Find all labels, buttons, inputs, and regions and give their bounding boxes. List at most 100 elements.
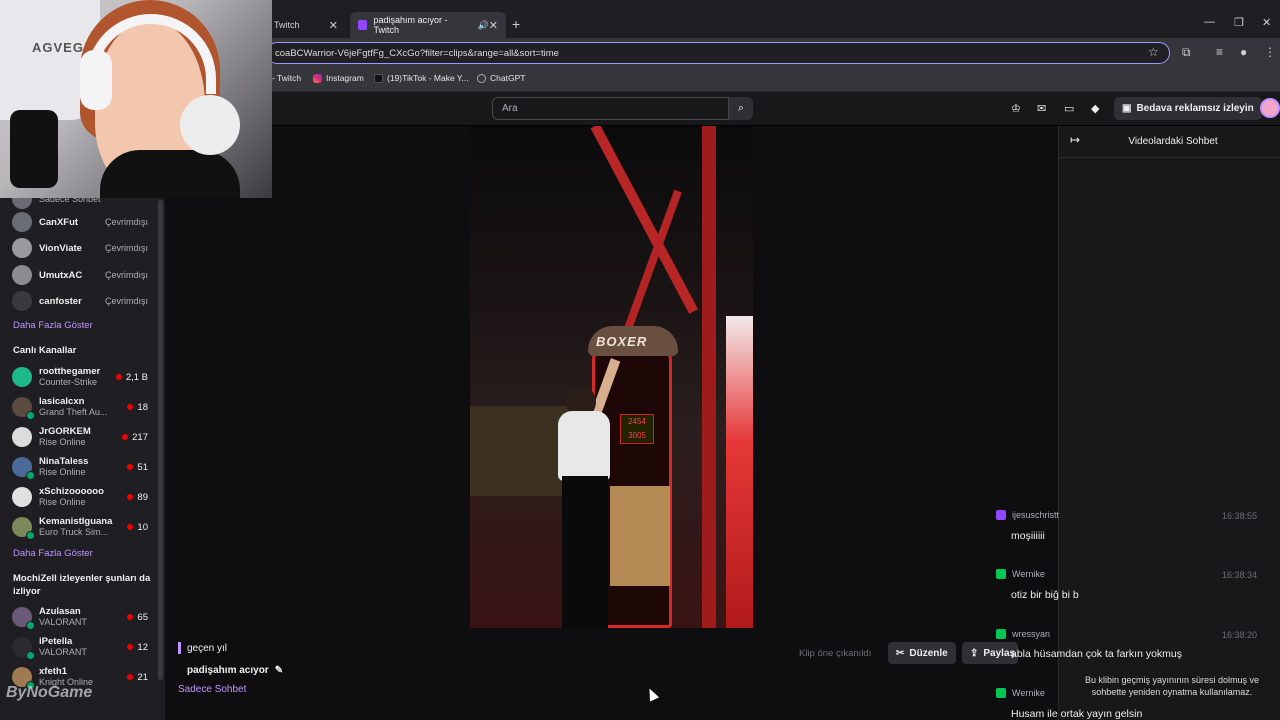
clip-video[interactable]: 2454 3005 BOXER (470, 126, 753, 628)
close-tab-icon[interactable]: ✕ (329, 19, 338, 32)
twitch-badge-icon (996, 510, 1006, 520)
avatar (12, 367, 32, 387)
feature-clip-button[interactable]: Klip öne çıkanıldı (792, 642, 878, 664)
clip-title: padişahım acıyor ✎ (187, 665, 283, 676)
inbox-icon[interactable]: ✉ (1037, 102, 1046, 115)
sidebar-item-offline[interactable]: CanXFut Çevrimdışı (12, 209, 152, 235)
sidebar-item-name: NinaTaless (39, 456, 89, 467)
bookmark-twitch[interactable]: - Twitch (272, 73, 301, 83)
sidebar-item-name: iPetella (39, 636, 73, 647)
sidebar-scrollbar[interactable] (158, 200, 163, 680)
sidebar-item-game: Counter-Strike (39, 377, 98, 387)
tab-label: Twitch (274, 20, 300, 30)
tiktok-icon (374, 73, 383, 83)
sidebar-item-offline[interactable]: canfoster Çevrimdışı (12, 288, 152, 314)
minimize-icon[interactable]: — (1204, 16, 1215, 28)
webcam-detail (80, 50, 112, 110)
offline-status: Çevrimdışı (104, 296, 148, 306)
close-window-icon[interactable]: ✕ (1262, 16, 1271, 29)
video-frame-detail (702, 126, 716, 628)
chat-message: Husam ile ortak yayın gelsin (1011, 708, 1143, 720)
restore-icon[interactable]: ❐ (1234, 16, 1244, 29)
sidebar-item-name: canfoster (39, 295, 82, 307)
live-channels-heading: Canlı Kanallar (13, 345, 77, 356)
avatar (12, 517, 35, 540)
bookmark-label: (19)TikTok - Make Y... (387, 73, 469, 83)
chat-username[interactable]: wressyan (996, 629, 1050, 639)
avatar (12, 291, 32, 311)
chat-timestamp: 16:38:55 (1222, 511, 1258, 521)
search-icon[interactable]: ⌕ (729, 97, 753, 120)
speaker-icon[interactable]: 🔊 (478, 20, 489, 31)
sidebar-item-live[interactable]: KemanistIguana Euro Truck Sim... 10 (12, 514, 152, 540)
bookmark-star-icon[interactable]: ☆ (1148, 45, 1159, 59)
pencil-icon[interactable]: ✎ (275, 665, 283, 676)
show-more-link[interactable]: Daha Fazla Göster (13, 320, 93, 331)
sidebar-item-live[interactable]: NinaTaless Rise Online 51 (12, 454, 152, 480)
whispers-icon[interactable]: ▭ (1064, 102, 1074, 115)
sidebar-item-name: VionViate (39, 242, 82, 254)
viewer-count: 21 (127, 672, 148, 683)
sidebar-item-recommended[interactable]: iPetella VALORANT 12 (12, 634, 152, 660)
chat-username[interactable]: ijesuschristt (996, 510, 1059, 520)
live-dot-icon (127, 614, 134, 620)
twitch-favicon-icon (358, 20, 368, 30)
crown-icon[interactable]: ♔ (1011, 102, 1021, 115)
sidebar-item-offline[interactable]: VionViate Çevrimdışı (12, 235, 152, 261)
bookmark-tiktok[interactable]: (19)TikTok - Make Y... (374, 73, 469, 83)
close-tab-icon[interactable]: ✕ (489, 19, 498, 32)
offline-status: Çevrimdışı (104, 243, 148, 253)
new-tab-icon[interactable]: + (512, 16, 520, 32)
share-button[interactable]: ⇪ Paylaş (962, 642, 1018, 664)
browser-tab-twitch[interactable]: Twitch ✕ (266, 12, 346, 38)
viewer-count: 65 (127, 612, 148, 623)
share-icon: ⇪ (970, 647, 979, 659)
show-more-link[interactable]: Daha Fazla Göster (13, 548, 93, 559)
bits-icon[interactable]: ◆ (1091, 102, 1099, 115)
sidebar-item-live[interactable]: rootthegamer Counter-Strike 2,1 B (12, 364, 152, 390)
bookmark-instagram[interactable]: Instagram (313, 73, 364, 83)
sidebar-item-name: KemanistIguana (39, 516, 113, 527)
chat-title: Videolardaki Sohbet (1128, 136, 1218, 147)
browser-tab-active[interactable]: padişahım acıyor - Twitch 🔊 ✕ (350, 12, 506, 38)
adfree-label: Bedava reklamsız izleyin (1136, 103, 1254, 114)
live-dot-icon (127, 674, 134, 680)
live-dot-icon (127, 524, 134, 530)
search-input[interactable]: Ara (492, 97, 729, 120)
sidebar-item-live[interactable]: xSchizoooooo Rise Online 89 (12, 484, 152, 510)
viewer-count: 2,1 B (115, 372, 148, 383)
sidebar-item-game: Rise Online (39, 437, 86, 447)
clip-date: geçen yıl (187, 643, 228, 654)
sidebar-item-live[interactable]: lasicalcxn Grand Theft Au... 18 (12, 394, 152, 420)
adfree-button[interactable]: ▣ Bedava reklamsız izleyin (1114, 97, 1262, 120)
live-dot-icon (127, 644, 134, 650)
avatar (12, 427, 32, 447)
sidebar-item-recommended[interactable]: Azulasan VALORANT 65 (12, 604, 152, 630)
sidebar-item-game: VALORANT (39, 617, 87, 627)
webcam-detail (180, 95, 240, 155)
sidebar-item-game: Rise Online (39, 467, 86, 477)
sidebar-item-offline[interactable]: UmutxAC Çevrimdışı (12, 262, 152, 288)
viewer-count: 51 (127, 462, 148, 473)
chat-username[interactable]: Wernike (996, 569, 1045, 579)
sidebar-item-name: xfeth1 (39, 666, 67, 677)
sidebar-item-live[interactable]: JrGORKEM Rise Online 217 (12, 424, 152, 450)
live-dot-icon (122, 434, 129, 440)
instagram-icon (313, 73, 322, 83)
menu-kebab-icon[interactable]: ⋮ (1264, 45, 1276, 59)
url-input[interactable]: coaBCWarrior-V6jeFgtfFg_CXcGo?filter=cli… (266, 42, 1170, 64)
extensions-icon[interactable]: ⧉ (1182, 45, 1191, 60)
profile-icon[interactable]: ● (1240, 45, 1247, 59)
bookmark-chatgpt[interactable]: ChatGPT (477, 73, 525, 83)
user-avatar[interactable] (1260, 98, 1280, 118)
chatgpt-icon (477, 73, 486, 83)
chat-username[interactable]: Wernike (996, 688, 1045, 698)
clip-category-link[interactable]: Sadece Sohbet (178, 684, 246, 695)
edit-button[interactable]: ✂ Düzenle (888, 642, 956, 664)
clip-title-text: padişahım acıyor (187, 665, 269, 676)
chat-message: otiz bir biğ bi b (1011, 589, 1079, 601)
media-control-icon[interactable]: ≡ (1216, 45, 1223, 59)
webcam-overlay: AGVEGA (0, 0, 272, 198)
chat-message: abla hüsamdan çok ta farkın yokmuş (1011, 648, 1183, 660)
offline-status: Çevrimdışı (104, 217, 148, 227)
